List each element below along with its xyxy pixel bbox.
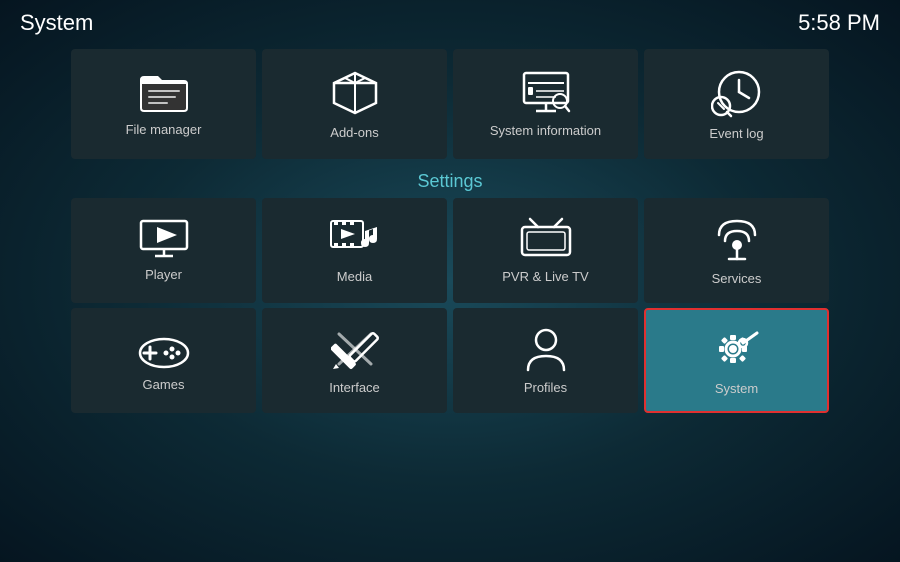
page-title: System (20, 10, 93, 36)
games-icon (138, 329, 190, 369)
profiles-item[interactable]: Profiles (453, 308, 638, 413)
pvr-live-tv-label: PVR & Live TV (502, 269, 588, 284)
system-information-label: System information (490, 123, 601, 138)
add-ons-item[interactable]: Add-ons (262, 49, 447, 159)
clock: 5:58 PM (798, 10, 880, 36)
player-icon (139, 219, 189, 259)
app-header: System 5:58 PM (0, 0, 900, 45)
interface-item[interactable]: Interface (262, 308, 447, 413)
profiles-label: Profiles (524, 380, 567, 395)
settings-section-header: Settings (0, 163, 900, 198)
system-icon (711, 325, 763, 373)
system-information-icon (520, 71, 572, 115)
services-icon (711, 215, 763, 263)
top-items-row: File manager Add-ons (0, 45, 900, 163)
games-label: Games (143, 377, 185, 392)
interface-icon (331, 326, 379, 372)
settings-grid: Player Media (0, 198, 900, 413)
system-label: System (715, 381, 758, 396)
settings-row-2: Games Interface (20, 308, 880, 413)
player-label: Player (145, 267, 182, 282)
event-log-item[interactable]: Event log (644, 49, 829, 159)
pvr-icon (520, 217, 572, 261)
file-manager-icon (138, 72, 190, 114)
system-information-item[interactable]: System information (453, 49, 638, 159)
profiles-icon (524, 326, 568, 372)
system-item[interactable]: System (644, 308, 829, 413)
file-manager-item[interactable]: File manager (71, 49, 256, 159)
media-item[interactable]: Media (262, 198, 447, 303)
settings-row-1: Player Media (20, 198, 880, 303)
services-item[interactable]: Services (644, 198, 829, 303)
add-ons-icon (330, 69, 380, 117)
media-icon (329, 217, 381, 261)
games-item[interactable]: Games (71, 308, 256, 413)
file-manager-label: File manager (126, 122, 202, 137)
pvr-live-tv-item[interactable]: PVR & Live TV (453, 198, 638, 303)
event-log-icon (711, 68, 763, 118)
media-label: Media (337, 269, 372, 284)
add-ons-label: Add-ons (330, 125, 378, 140)
interface-label: Interface (329, 380, 380, 395)
services-label: Services (712, 271, 762, 286)
event-log-label: Event log (709, 126, 763, 141)
player-item[interactable]: Player (71, 198, 256, 303)
